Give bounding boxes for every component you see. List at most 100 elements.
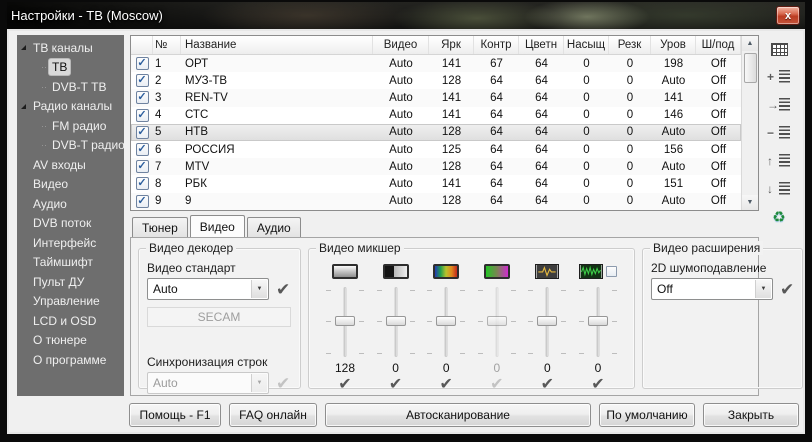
secam-button[interactable]: SECAM (147, 307, 291, 327)
table-row[interactable]: ✓ 8РБКAuto141646400151Off (131, 175, 741, 192)
channel-list-icon (771, 43, 788, 56)
table-row[interactable]: ✓ 3REN-TVAuto141646400141Off (131, 89, 741, 106)
apply-sync-check-icon: ✔ (276, 375, 290, 392)
defaults-button[interactable]: По умолчанию (599, 403, 695, 427)
noise-reduction-select[interactable]: Off ▼ (651, 278, 773, 300)
col-color[interactable]: Цветн (519, 36, 564, 54)
close-window-button[interactable]: x (776, 6, 800, 25)
video-standard-select[interactable]: Auto ▼ (147, 278, 269, 300)
brightness-slider[interactable] (321, 284, 369, 360)
expander-icon[interactable] (21, 104, 26, 109)
tree-item-timeshift[interactable]: Таймшифт (17, 253, 124, 273)
remove-channel-button[interactable]: − (766, 123, 792, 143)
hue-slider[interactable] (422, 284, 470, 360)
tree-item-dvbt-radio[interactable]: ··DVB-T радио (17, 136, 124, 156)
tree-item-fm-radio[interactable]: ··FM радио (17, 116, 124, 136)
table-scrollbar[interactable]: ▲ ▼ (741, 36, 758, 210)
table-row[interactable]: ✓ 99Auto128646400AutoOff (131, 193, 741, 210)
channel-checkbox[interactable]: ✓ (136, 91, 149, 104)
tab-video[interactable]: Видео (190, 215, 245, 237)
title-bar[interactable]: Настройки - ТВ (Moscow) x (7, 2, 805, 29)
video-tab-panel: Видео декодер Видео стандарт Auto ▼ ✔ SE… (130, 237, 759, 396)
move-up-button[interactable]: ↑ (766, 151, 792, 171)
tree-item-tv[interactable]: ··ТВ (17, 58, 124, 78)
col-video[interactable]: Видео (373, 36, 429, 54)
channel-checkbox[interactable]: ✓ (136, 177, 149, 190)
apply-sharpness-check-icon[interactable]: ✔ (541, 377, 554, 393)
arrow-up-icon: ↑ (767, 155, 773, 167)
apply-standard-check-icon[interactable]: ✔ (276, 281, 290, 298)
tab-audio[interactable]: Аудио (247, 217, 301, 237)
table-row[interactable]: ✓ 6РОССИЯAuto125646400156Off (131, 141, 741, 158)
tree-item-video[interactable]: Видео (17, 175, 124, 195)
apply-contrast-check-icon[interactable]: ✔ (389, 377, 402, 393)
col-saturation[interactable]: Насыщ (564, 36, 609, 54)
tree-item-interface[interactable]: Интерфейс (17, 233, 124, 253)
hue-icon (433, 264, 459, 279)
close-button[interactable]: Закрыть (703, 403, 799, 427)
channel-checkbox[interactable]: ✓ (136, 195, 149, 208)
insert-channel-button[interactable]: → (766, 95, 792, 115)
col-brightness[interactable]: Ярк (429, 36, 474, 54)
channel-checkbox[interactable]: ✓ (136, 109, 149, 122)
move-down-button[interactable]: ↓ (766, 179, 792, 199)
video-standard-label: Видео стандарт (147, 261, 292, 275)
channel-checkbox[interactable]: ✓ (136, 160, 149, 173)
table-row-selected[interactable]: ✓ 5НТВAuto128646400AutoOff (131, 124, 741, 141)
tree-item-about-tuner[interactable]: О тюнере (17, 331, 124, 351)
slider-thumb[interactable] (588, 316, 608, 326)
scroll-down-icon[interactable]: ▼ (742, 195, 758, 210)
tree-item-about-program[interactable]: О программе (17, 350, 124, 370)
slider-thumb[interactable] (386, 316, 406, 326)
channel-checkbox[interactable]: ✓ (136, 126, 149, 139)
table-row[interactable]: ✓ 4СТСAuto141646400146Off (131, 107, 741, 124)
channel-list-button[interactable] (766, 39, 792, 59)
scroll-up-icon[interactable]: ▲ (742, 36, 758, 51)
noise-checkbox[interactable] (606, 266, 617, 277)
faq-button[interactable]: FAQ онлайн (229, 403, 317, 427)
sync-select[interactable]: Auto ▼ (147, 372, 269, 394)
table-row[interactable]: ✓ 1ОРТAuto141676400198Off (131, 55, 741, 72)
contrast-slider[interactable] (372, 284, 420, 360)
clear-list-button[interactable]: ♻ (766, 207, 792, 227)
table-row[interactable]: ✓ 2МУЗ-ТВAuto128646400AutoOff (131, 72, 741, 89)
col-number[interactable]: № (153, 36, 181, 54)
chevron-down-icon[interactable]: ▼ (755, 280, 771, 298)
slider-thumb[interactable] (335, 316, 355, 326)
chevron-down-icon[interactable]: ▼ (251, 280, 267, 298)
channel-checkbox[interactable]: ✓ (136, 57, 149, 70)
group-video-decoder: Видео декодер Видео стандарт Auto ▼ ✔ SE… (138, 248, 301, 389)
table-row[interactable]: ✓ 7MTVAuto128646400AutoOff (131, 158, 741, 175)
slider-thumb[interactable] (436, 316, 456, 326)
tree-item-tv-channels[interactable]: ТВ каналы (17, 38, 124, 58)
add-channel-button[interactable]: + (766, 67, 792, 87)
apply-hue-check-icon[interactable]: ✔ (439, 377, 452, 393)
scrollbar-thumb[interactable] (744, 53, 757, 83)
tree-item-control[interactable]: Управление (17, 292, 124, 312)
expander-icon[interactable] (21, 45, 26, 50)
help-button[interactable]: Помощь - F1 (129, 403, 221, 427)
apply-noise-check-icon[interactable]: ✔ (591, 377, 604, 393)
col-level[interactable]: Уров (651, 36, 696, 54)
tree-item-remote[interactable]: Пульт ДУ (17, 272, 124, 292)
col-contrast[interactable]: Контр (474, 36, 519, 54)
tree-item-radio-channels[interactable]: Радио каналы (17, 97, 124, 117)
autoscan-button[interactable]: Автосканирование (325, 403, 591, 427)
tree-item-dvbt-tv[interactable]: ··DVB-T ТВ (17, 77, 124, 97)
col-noise[interactable]: Ш/под (696, 36, 741, 54)
tree-item-audio[interactable]: Аудио (17, 194, 124, 214)
col-name[interactable]: Название (181, 36, 373, 54)
list-icon (779, 70, 790, 84)
tree-item-dvb-stream[interactable]: DVB поток (17, 214, 124, 234)
channel-checkbox[interactable]: ✓ (136, 143, 149, 156)
apply-brightness-check-icon[interactable]: ✔ (338, 377, 351, 393)
col-sharpness[interactable]: Резк (609, 36, 651, 54)
apply-nr-check-icon[interactable]: ✔ (780, 281, 794, 298)
tree-item-av-inputs[interactable]: AV входы (17, 155, 124, 175)
tab-tuner[interactable]: Тюнер (132, 217, 188, 237)
tree-item-lcd-osd[interactable]: LCD и OSD (17, 311, 124, 331)
sharpness-slider[interactable] (523, 284, 571, 360)
slider-thumb[interactable] (537, 316, 557, 326)
noise-slider[interactable] (574, 284, 622, 360)
channel-checkbox[interactable]: ✓ (136, 74, 149, 87)
